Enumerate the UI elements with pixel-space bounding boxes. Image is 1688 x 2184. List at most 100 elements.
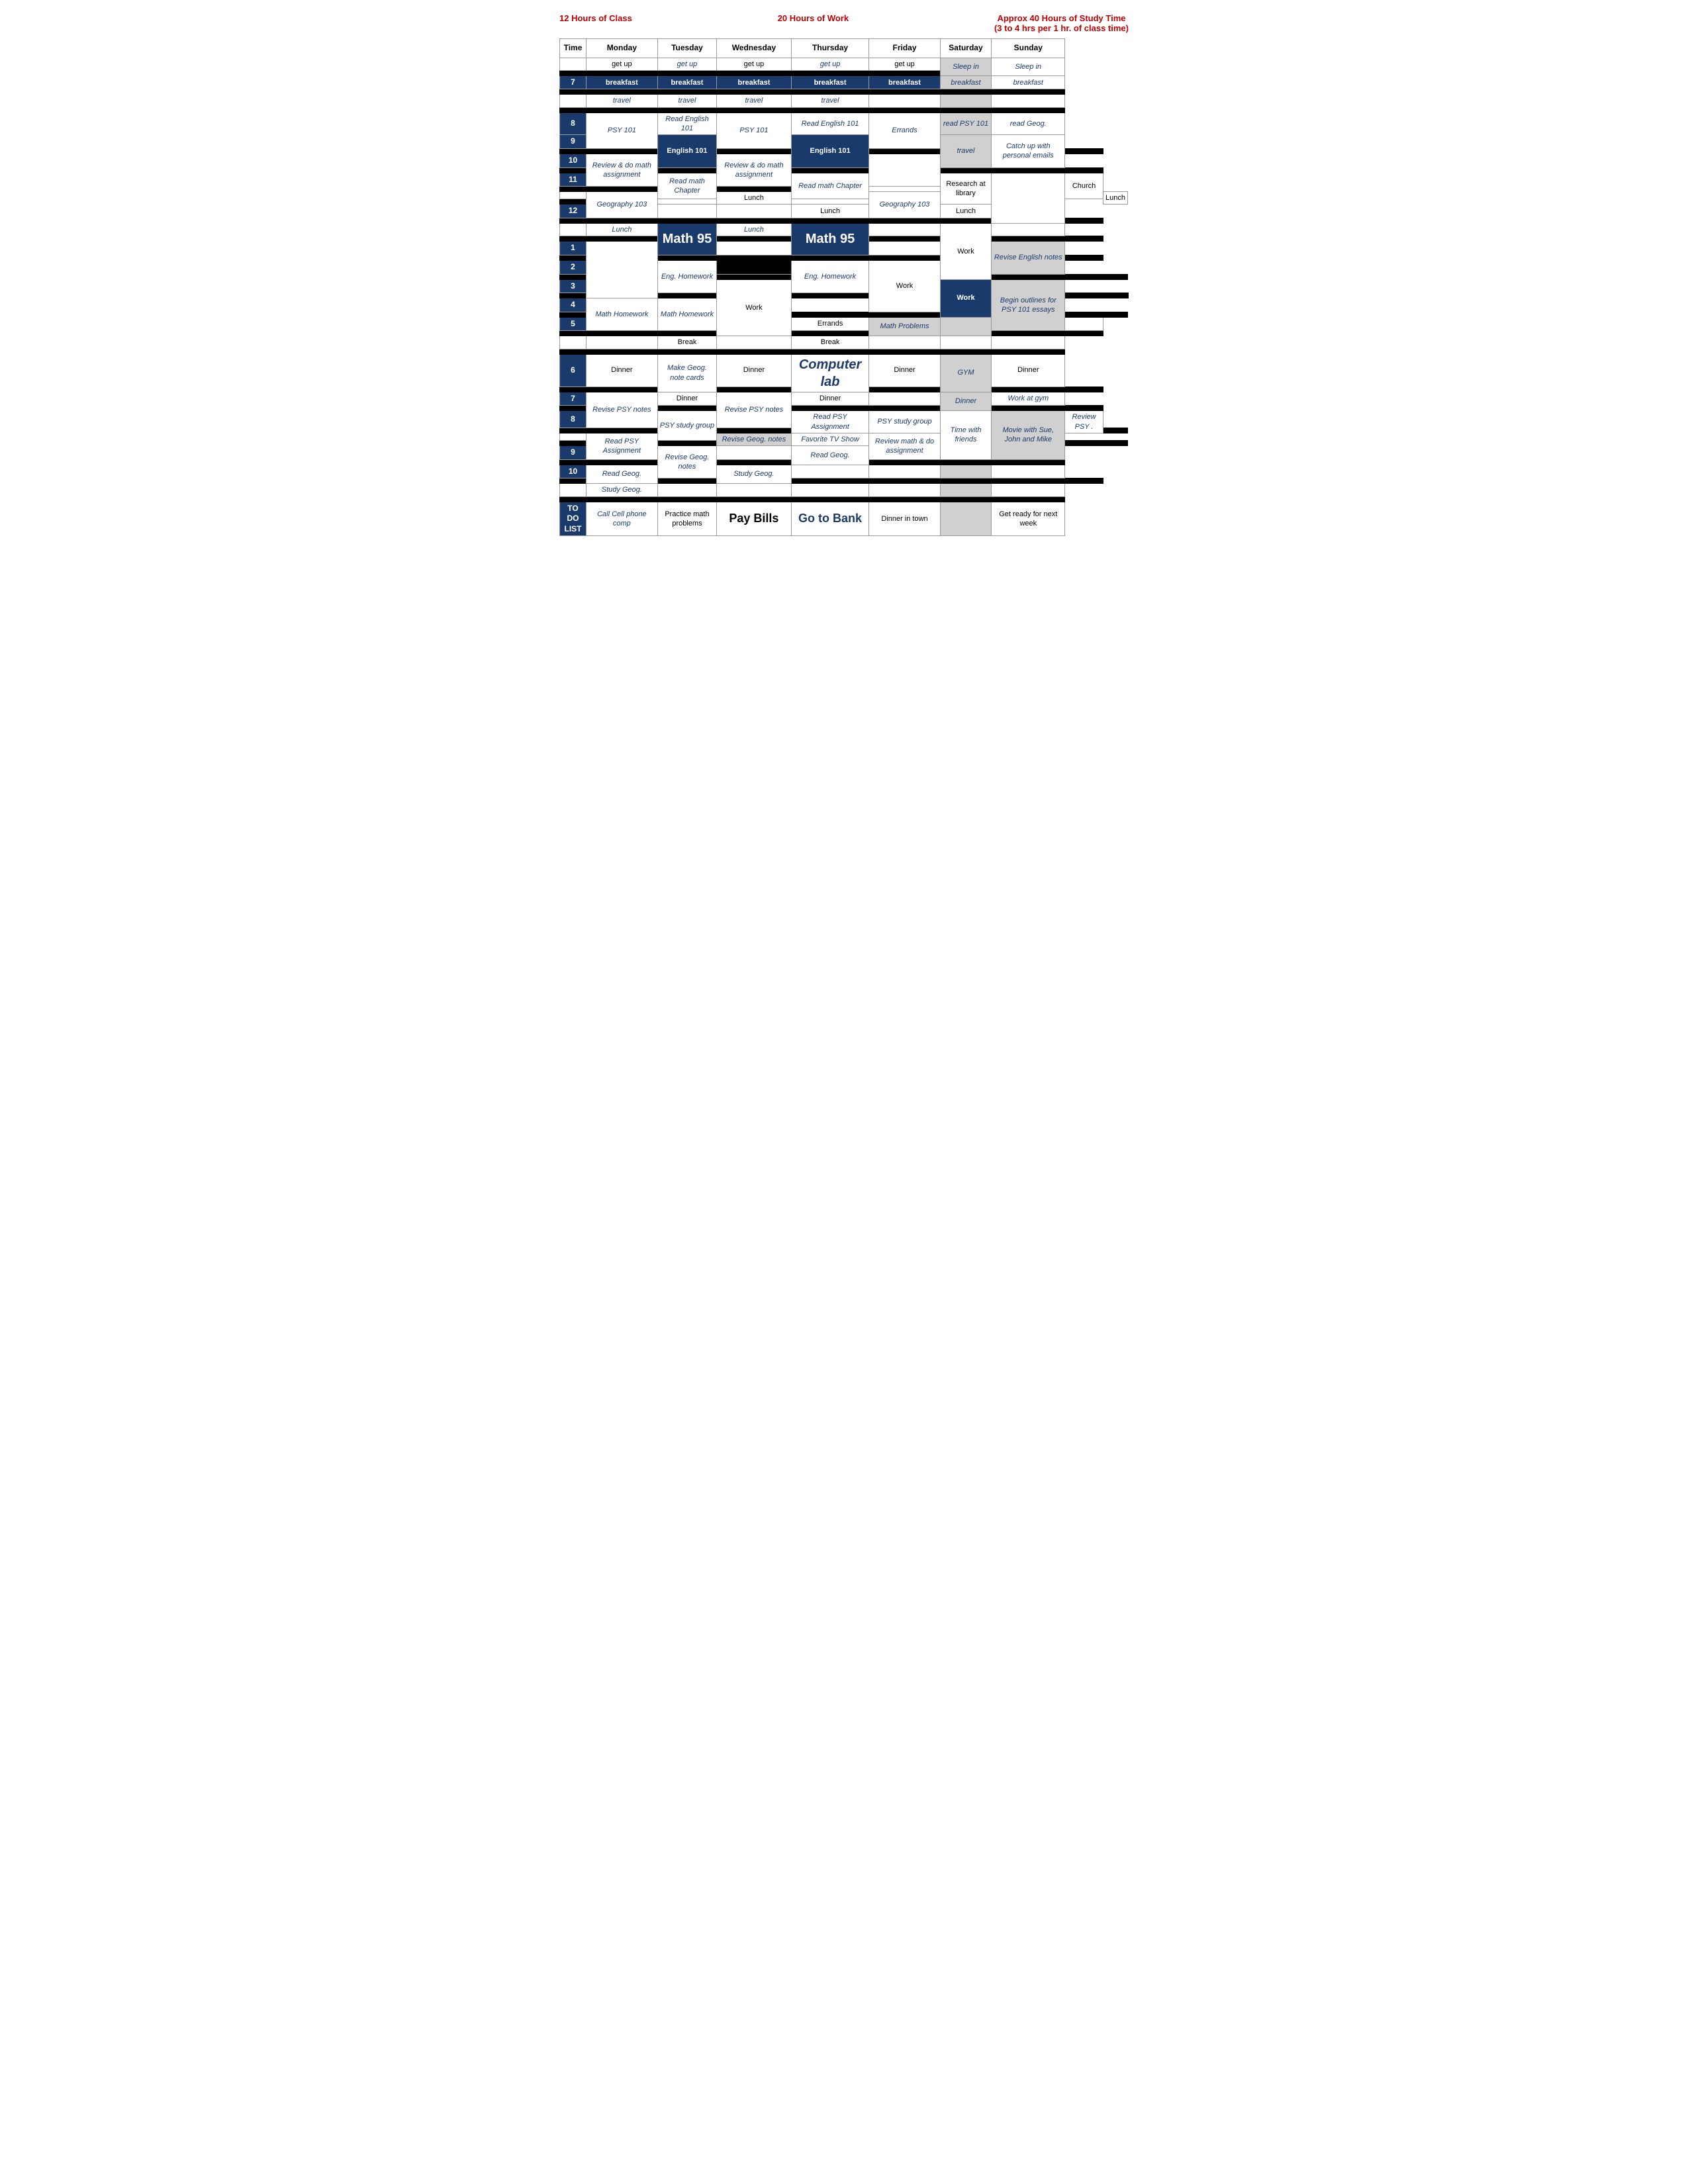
sep (869, 478, 940, 484)
table-row: get up get up get up get up get up Sleep… (560, 58, 1129, 70)
sep (1103, 293, 1127, 298)
thu-dinner: Dinner (791, 392, 869, 406)
mon-travel: travel (586, 95, 658, 107)
sep (1065, 218, 1103, 224)
sep-row (560, 496, 1129, 502)
sun-begin-outlines: Begin outlines for PSY 101 essays (992, 279, 1065, 331)
sat-sleepin: Sleep in (940, 58, 992, 75)
sep (657, 293, 716, 298)
sun-read-geog: read Geog. (992, 113, 1065, 135)
sep (657, 255, 716, 260)
sep-row (560, 107, 1129, 113)
time-5: 5 (560, 317, 586, 331)
sep (869, 89, 940, 95)
sep (717, 274, 791, 279)
sep (791, 107, 869, 113)
thu-eng-homework: Eng. Homework (791, 260, 869, 293)
col-tuesday: Tuesday (657, 39, 716, 58)
time-9b: 9 (560, 446, 586, 460)
sep (717, 70, 791, 75)
sep (560, 312, 586, 317)
header-row: Time Monday Tuesday Wednesday Thursday F… (560, 39, 1129, 58)
sep (560, 167, 586, 173)
sep (791, 167, 869, 173)
time-8: 8 (560, 113, 586, 135)
sep (940, 89, 992, 95)
sep (940, 478, 992, 484)
sun-work-gym: Work at gym (992, 392, 1065, 406)
sep (657, 218, 716, 224)
table-row: 8 PSY 101 Read English 101 PSY 101 Read … (560, 113, 1129, 135)
wed-review-math: Review & do math assignment (717, 154, 791, 186)
thu-breakfast: breakfast (791, 75, 869, 89)
sep (1065, 331, 1103, 336)
sun-travel-empty (992, 95, 1065, 107)
tue-lunch: Lunch (717, 192, 791, 205)
col-sunday: Sunday (992, 39, 1065, 58)
tue-sg-empty (657, 484, 716, 496)
wed-break-empty (717, 336, 791, 349)
sep (586, 331, 658, 336)
sun-10-empty (992, 465, 1065, 478)
sun-1-empty (992, 224, 1065, 236)
sep (657, 349, 716, 354)
sep (560, 428, 586, 433)
fri-5-empty (1065, 317, 1103, 331)
tue-break: Break (657, 336, 716, 349)
col-monday: Monday (586, 39, 658, 58)
sat-movie: Movie with Sue, John and Mike (992, 411, 1065, 459)
sep (717, 496, 791, 502)
sep (869, 70, 940, 75)
sep (992, 349, 1065, 354)
sep (657, 89, 716, 95)
sep (1065, 167, 1103, 173)
mon-lunch: Lunch (586, 224, 658, 236)
wed-sg-empty (717, 484, 791, 496)
fri-errands: Errands (869, 113, 940, 148)
mon-study-geog: Study Geog. (586, 484, 658, 496)
thu-read-math: Read math Chapter (791, 173, 869, 199)
mon-revise-geog: Revise Geog. notes (657, 446, 716, 478)
wed-work: Work (940, 279, 992, 317)
mon-work (586, 242, 658, 298)
sep (791, 496, 869, 502)
sep (791, 478, 869, 484)
sep (717, 218, 791, 224)
fri-time-friends: Time with friends (940, 411, 992, 459)
sep (657, 167, 716, 173)
sep (869, 218, 940, 224)
wed-todo: Pay Bills (717, 502, 791, 536)
todo-label: TO DO LIST (560, 502, 586, 536)
mon-work-label: Work (717, 279, 791, 336)
wed-getup: get up (717, 58, 791, 70)
time-10: 10 (560, 154, 586, 167)
sat-travel-empty (940, 95, 992, 107)
sep (869, 406, 940, 411)
mon-read-psy: Read PSY Assignment (586, 433, 658, 459)
tue-breakfast: breakfast (657, 75, 716, 89)
sep (560, 406, 586, 411)
wed-study-geog: Study Geog. (717, 465, 791, 484)
sep (1065, 236, 1103, 242)
wed-breakfast: breakfast (717, 75, 791, 89)
sep (586, 187, 658, 192)
todo-row: TO DO LIST Call Cell phone comp Practice… (560, 502, 1129, 536)
wed-geography: Geography 103 (869, 192, 940, 218)
tue-make-geog: Make Geog. note cards (657, 354, 716, 392)
thu-travel: travel (791, 95, 869, 107)
time-empty (560, 224, 586, 236)
fri-dinner: Dinner (869, 354, 940, 387)
sep (992, 107, 1065, 113)
sep (869, 349, 940, 354)
sat-10-empty (940, 465, 992, 478)
sep (1065, 255, 1103, 260)
sep (1103, 274, 1127, 279)
sep (869, 148, 940, 154)
thu-read-english: Read English 101 (791, 113, 869, 135)
sep (586, 349, 658, 354)
sep (992, 387, 1065, 392)
time-empty (560, 192, 586, 199)
sep (560, 496, 586, 502)
mon-review-math: Review & do math assignment (586, 154, 658, 186)
thu-english101: English 101 (791, 135, 869, 167)
